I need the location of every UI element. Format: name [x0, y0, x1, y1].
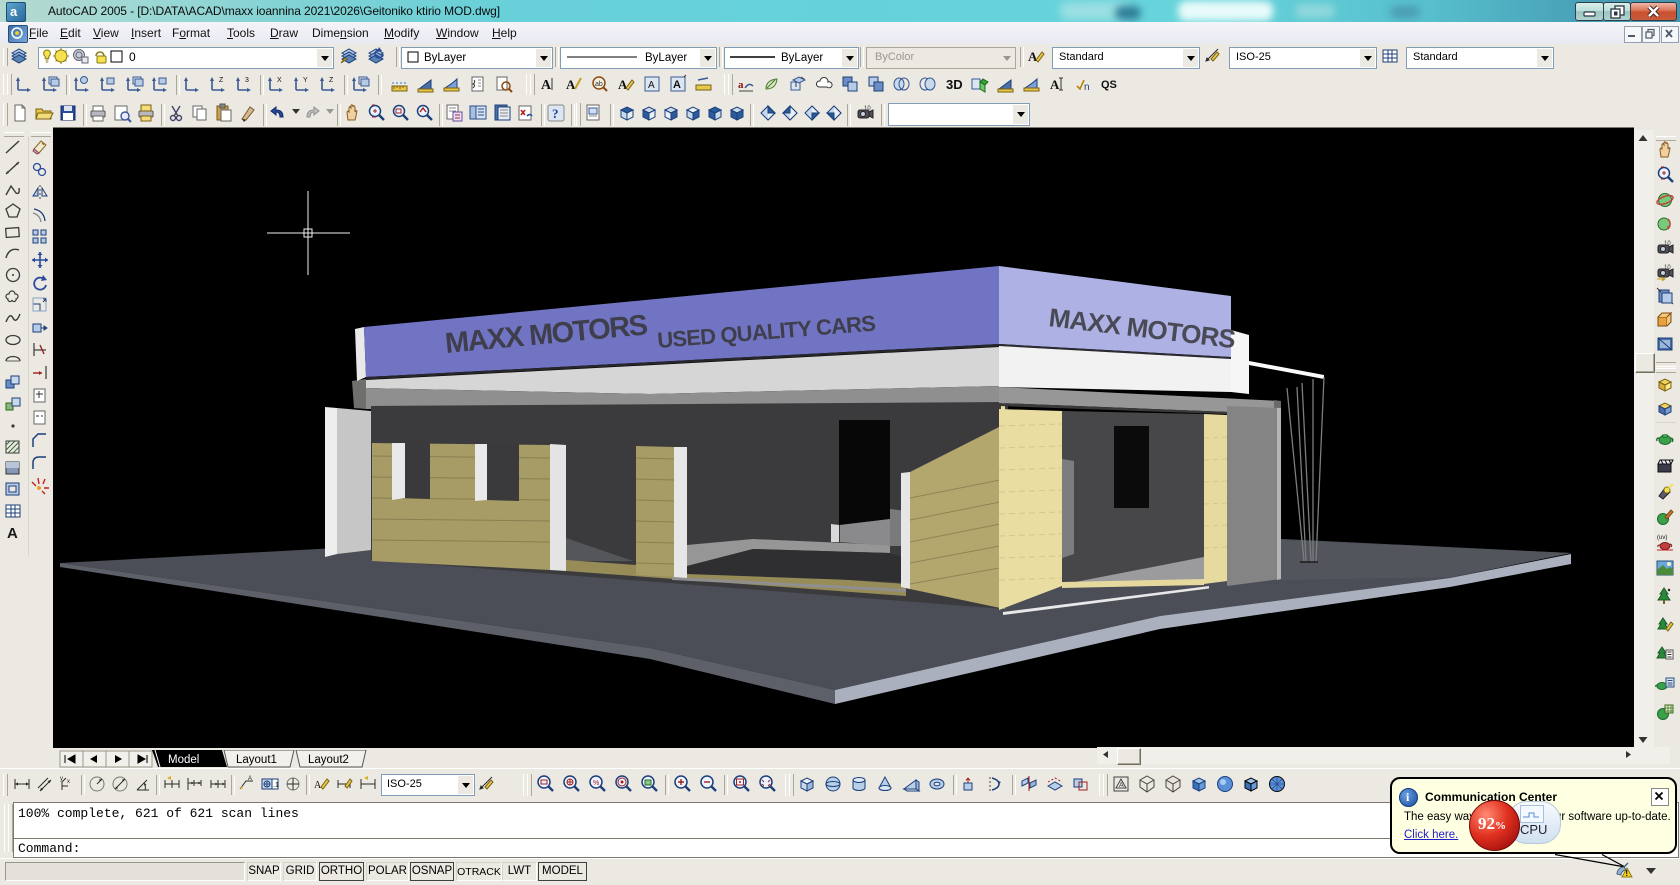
svg-text:A: A	[314, 780, 322, 791]
svg-text:a: a	[10, 4, 18, 19]
svg-text:A: A	[1028, 49, 1038, 64]
svg-text:Layout1: Layout1	[236, 754, 277, 766]
svg-text:A: A	[648, 80, 655, 91]
svg-text:QS: QS	[1101, 79, 1117, 91]
svg-text:y: y	[60, 776, 63, 782]
svg-text:10: 10	[1664, 241, 1671, 247]
svg-text:Y: Y	[303, 77, 308, 84]
svg-text:3: 3	[245, 77, 249, 84]
svg-text:ab: ab	[595, 81, 603, 88]
svg-text:.1: .1	[273, 782, 279, 789]
svg-text:x: x	[67, 779, 70, 785]
svg-text:!: !	[1625, 869, 1628, 878]
svg-text:A: A	[248, 776, 252, 782]
svg-text:n: n	[1084, 82, 1090, 93]
svg-text:A: A	[1119, 782, 1124, 789]
svg-text:A: A	[566, 77, 576, 92]
svg-text:10: 10	[1664, 265, 1671, 271]
svg-text:ByLayer: ByLayer	[781, 52, 823, 64]
svg-text:A: A	[618, 77, 628, 92]
svg-text:3D: 3D	[946, 77, 963, 92]
svg-text:Z: Z	[219, 77, 224, 84]
svg-text:0: 0	[129, 50, 136, 64]
svg-text:%: %	[593, 780, 599, 787]
svg-text:ByLayer: ByLayer	[424, 52, 466, 64]
svg-text:A: A	[673, 79, 681, 91]
svg-text:X: X	[277, 77, 282, 84]
svg-text:A: A	[1050, 77, 1060, 92]
svg-text:?: ?	[552, 106, 559, 121]
svg-text:Layout2: Layout2	[308, 754, 349, 766]
svg-text:ByLayer: ByLayer	[645, 52, 687, 64]
svg-text:(uv): (uv)	[1657, 535, 1667, 541]
svg-text:Model: Model	[168, 754, 199, 766]
svg-text:Z: Z	[329, 77, 334, 84]
svg-text:A: A	[7, 525, 18, 542]
svg-text:A: A	[541, 78, 552, 93]
svg-text:10: 10	[864, 106, 871, 112]
svg-text:a: a	[738, 79, 744, 91]
